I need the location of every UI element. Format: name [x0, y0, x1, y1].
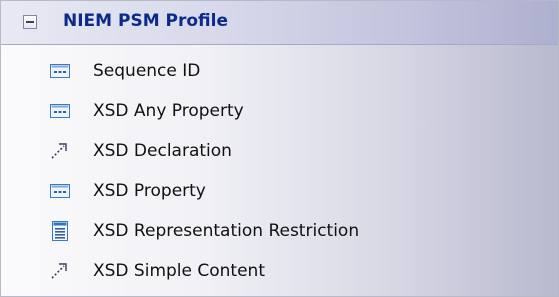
toolbox-item-xsd-any-property[interactable]: XSD Any Property: [49, 97, 244, 125]
attribute-icon: [49, 61, 71, 81]
toolbox-item-xsd-property[interactable]: XSD Property: [49, 177, 206, 205]
attribute-icon: [49, 101, 71, 121]
toolbox-item-label: XSD Property: [93, 181, 206, 201]
profile-title: NIEM PSM Profile: [63, 11, 229, 31]
dashed-arrow-icon: [49, 261, 71, 281]
toolbox-item-label: Sequence ID: [93, 61, 201, 81]
toolbox-item-sequence-id[interactable]: Sequence ID: [49, 57, 200, 85]
toolbox-item-label: XSD Any Property: [93, 101, 244, 121]
attribute-icon: [49, 181, 71, 201]
toolbox-item-xsd-simple-content[interactable]: XSD Simple Content: [49, 257, 265, 285]
toolbox-panel: NIEM PSM Profile Sequence ID XSD Any Pro…: [0, 0, 559, 297]
collapse-icon[interactable]: [23, 15, 37, 29]
profile-header[interactable]: NIEM PSM Profile: [1, 1, 558, 45]
toolbox-item-label: XSD Simple Content: [93, 261, 265, 281]
dashed-arrow-icon: [49, 141, 71, 161]
toolbox-item-label: XSD Representation Restriction: [93, 221, 360, 241]
toolbox-item-xsd-declaration[interactable]: XSD Declaration: [49, 137, 232, 165]
class-list-icon: [49, 221, 71, 241]
toolbox-item-label: XSD Declaration: [93, 141, 232, 161]
toolbox-item-xsd-representation-restriction[interactable]: XSD Representation Restriction: [49, 217, 359, 245]
